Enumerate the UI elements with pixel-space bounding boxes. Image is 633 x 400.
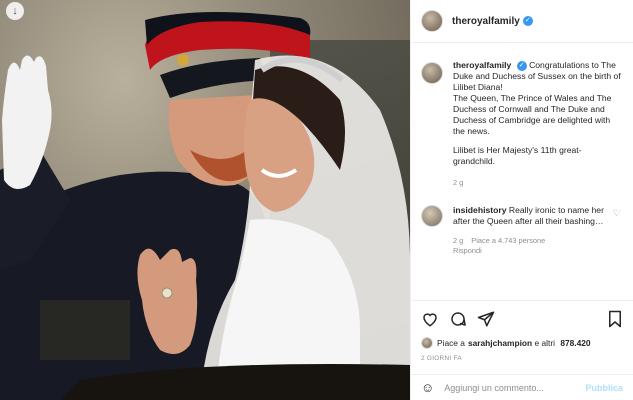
comments-list[interactable]: theroyalfamily ✓ Congratulations to The … [411,44,633,299]
avatar[interactable] [421,10,443,32]
instagram-post: ↓ theroyalfamily ✓ theroyalfamily ✓ Cong… [0,0,633,400]
post-date[interactable]: 2 GIORNI FA [421,355,623,362]
post-photo[interactable]: ↓ [0,0,410,400]
caption-body: theroyalfamily ✓ Congratulations to The … [453,60,621,188]
caption: theroyalfamily ✓ Congratulations to The … [421,60,623,188]
caption-username[interactable]: theroyalfamily [453,60,511,70]
comment-username[interactable]: insidehistory [453,205,506,215]
likes-prefix: Piace a [437,338,465,348]
publish-button[interactable]: Pubblica [585,383,623,393]
action-icons [421,309,623,329]
add-comment-bar: ☺ Pubblica [411,374,633,400]
verified-badge-icon: ✓ [516,61,527,71]
comment-body: insidehistory Really ironic to name her … [453,205,613,227]
avatar[interactable] [421,337,433,349]
header-username[interactable]: theroyalfamily [452,16,520,27]
emoji-icon[interactable]: ☺ [421,380,434,395]
comment-age: 2 g [453,236,464,245]
comment-icon[interactable] [449,310,467,328]
likes-count[interactable]: 878.420 [560,338,590,348]
caption-line-3: Lilibet is Her Majesty's 11th great-gran… [453,145,582,166]
reply-button[interactable]: Rispondi [453,246,482,255]
comment-item: insidehistory Really ironic to name her … [421,205,623,227]
comment-like-icon[interactable]: ♡ [613,208,621,219]
likes-user[interactable]: sarahjchampion [468,338,532,348]
comment-meta: 2 g Piace a 4.743 persone Rispondi [453,236,623,256]
caption-line-2: The Queen, The Prince of Wales and The D… [453,93,612,136]
share-icon[interactable] [477,310,495,328]
bookmark-icon[interactable] [607,310,623,328]
likes-line: Piace a sarahjchampion e altri 878.420 [421,337,623,349]
avatar[interactable] [421,62,443,84]
likes-suffix: e altri [532,338,558,348]
verified-badge-icon: ✓ [522,16,533,26]
download-icon[interactable]: ↓ [6,2,24,20]
wedding-photo-figures [0,11,410,400]
comment-input[interactable] [444,382,586,393]
avatar[interactable] [421,205,443,227]
comment-likes[interactable]: Piace a 4.743 persone [471,236,545,245]
post-side-panel: theroyalfamily ✓ theroyalfamily ✓ Congra… [410,0,633,400]
post-header: theroyalfamily ✓ [411,0,633,43]
post-actions: Piace a sarahjchampion e altri 878.420 2… [411,300,633,362]
caption-age: 2 g [453,178,464,187]
heart-icon[interactable] [421,310,439,328]
